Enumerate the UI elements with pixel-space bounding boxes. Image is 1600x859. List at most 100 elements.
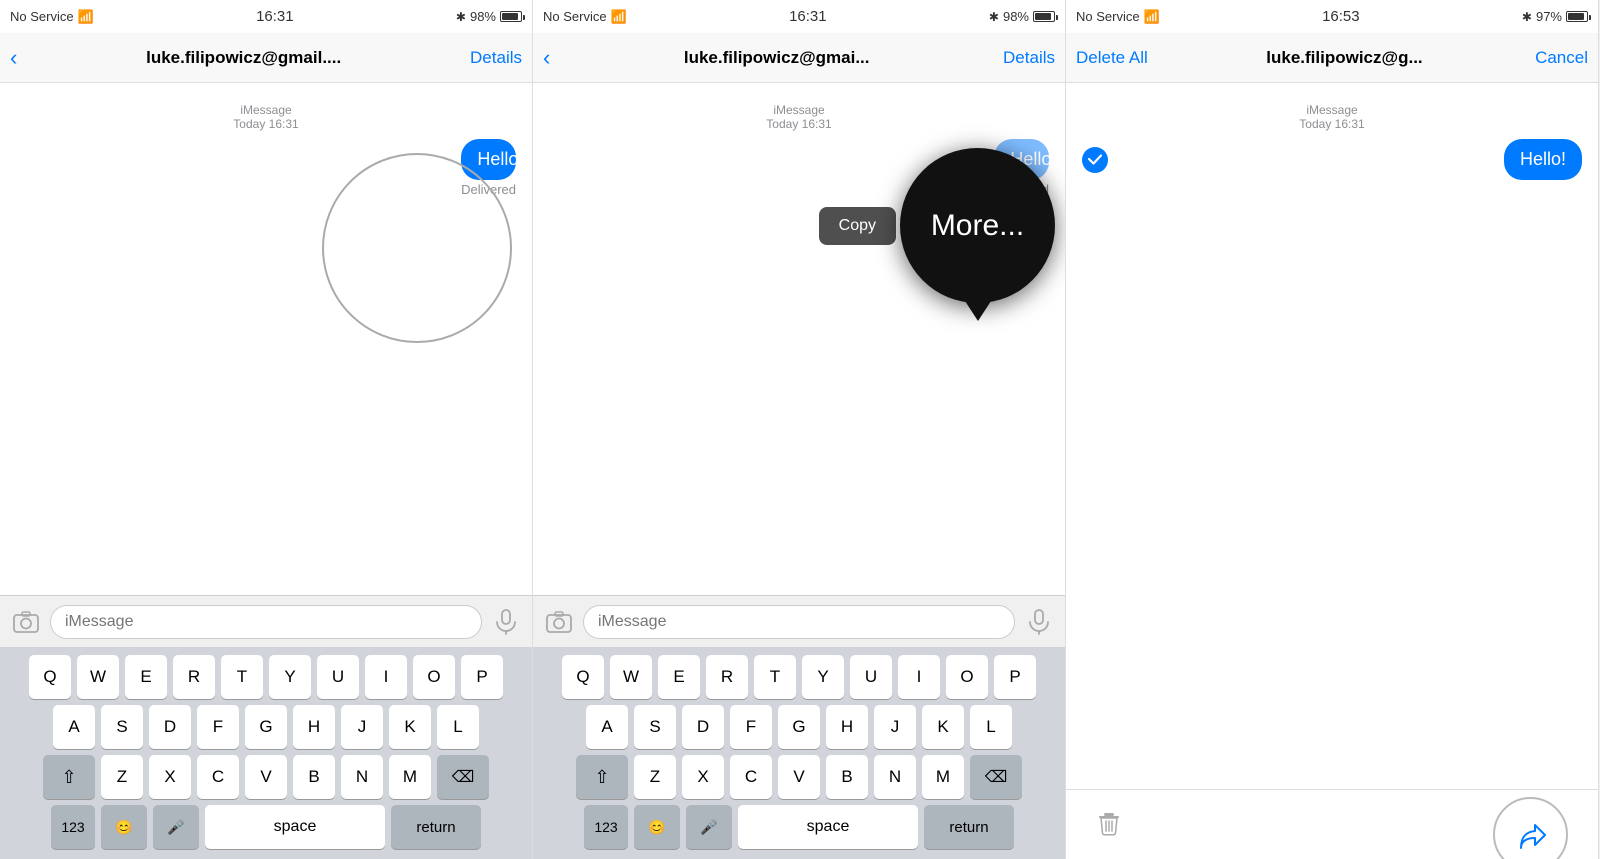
key-d-1[interactable]: D — [149, 705, 191, 749]
key-j-2[interactable]: J — [874, 705, 916, 749]
details-button-1[interactable]: Details — [470, 48, 522, 68]
key-w-1[interactable]: W — [77, 655, 119, 699]
key-i-1[interactable]: I — [365, 655, 407, 699]
more-button-container-2: More... — [900, 148, 1055, 303]
key-123-1[interactable]: 123 — [51, 805, 95, 849]
key-x-1[interactable]: X — [149, 755, 191, 799]
key-f-1[interactable]: F — [197, 705, 239, 749]
key-l-1[interactable]: L — [437, 705, 479, 749]
key-z-2[interactable]: Z — [634, 755, 676, 799]
bluetooth-icon-1: ✱ — [456, 10, 466, 24]
key-q-1[interactable]: Q — [29, 655, 71, 699]
message-input-1[interactable] — [50, 605, 482, 639]
camera-button-1[interactable] — [10, 606, 42, 638]
key-y-2[interactable]: Y — [802, 655, 844, 699]
key-g-2[interactable]: G — [778, 705, 820, 749]
key-r-1[interactable]: R — [173, 655, 215, 699]
key-emoji-2[interactable]: 😊 — [634, 805, 680, 849]
key-m-1[interactable]: M — [389, 755, 431, 799]
key-a-1[interactable]: A — [53, 705, 95, 749]
key-e-2[interactable]: E — [658, 655, 700, 699]
key-h-2[interactable]: H — [826, 705, 868, 749]
key-s-2[interactable]: S — [634, 705, 676, 749]
key-l-2[interactable]: L — [970, 705, 1012, 749]
camera-button-2[interactable] — [543, 606, 575, 638]
message-row-1: Hello! Delivered — [16, 139, 516, 197]
back-arrow-icon-2: ‹ — [543, 47, 550, 69]
key-e-1[interactable]: E — [125, 655, 167, 699]
key-h-1[interactable]: H — [293, 705, 335, 749]
more-button-2[interactable]: More... — [900, 148, 1055, 303]
key-return-1[interactable]: return — [391, 805, 481, 849]
key-b-2[interactable]: B — [826, 755, 868, 799]
message-input-2[interactable] — [583, 605, 1015, 639]
nav-title-3: luke.filipowicz@g... — [1154, 48, 1535, 68]
status-right-2: ✱ 98% — [989, 9, 1055, 24]
message-row-3[interactable]: Hello! — [1082, 139, 1582, 180]
key-space-2[interactable]: space — [738, 805, 918, 849]
key-n-2[interactable]: N — [874, 755, 916, 799]
key-y-1[interactable]: Y — [269, 655, 311, 699]
time-3: 16:53 — [1322, 8, 1360, 25]
key-j-1[interactable]: J — [341, 705, 383, 749]
key-k-2[interactable]: K — [922, 705, 964, 749]
key-v-2[interactable]: V — [778, 755, 820, 799]
bluetooth-icon-2: ✱ — [989, 10, 999, 24]
wifi-icon-3: 📶 — [1144, 9, 1160, 25]
keyboard-1: Q W E R T Y U I O P A S D F G H J K L ⇧ … — [0, 647, 532, 859]
keyboard-row-2-2: A S D F G H J K L — [537, 705, 1061, 749]
key-i-2[interactable]: I — [898, 655, 940, 699]
key-s-1[interactable]: S — [101, 705, 143, 749]
key-mic-2[interactable]: 🎤 — [686, 805, 732, 849]
copy-button-2[interactable]: Copy — [819, 207, 896, 245]
key-g-1[interactable]: G — [245, 705, 287, 749]
key-p-2[interactable]: P — [994, 655, 1036, 699]
key-o-2[interactable]: O — [946, 655, 988, 699]
key-123-2[interactable]: 123 — [584, 805, 628, 849]
key-x-2[interactable]: X — [682, 755, 724, 799]
key-f-2[interactable]: F — [730, 705, 772, 749]
back-button-1[interactable]: ‹ — [10, 47, 17, 69]
key-m-2[interactable]: M — [922, 755, 964, 799]
forward-button-3[interactable] — [1493, 797, 1568, 859]
key-backspace-1[interactable]: ⌫ — [437, 755, 489, 799]
nav-bar-3: Delete All luke.filipowicz@g... Cancel — [1066, 33, 1598, 83]
key-p-1[interactable]: P — [461, 655, 503, 699]
key-t-1[interactable]: T — [221, 655, 263, 699]
key-o-1[interactable]: O — [413, 655, 455, 699]
selection-checkmark-3[interactable] — [1082, 147, 1108, 173]
key-z-1[interactable]: Z — [101, 755, 143, 799]
keyboard-row-3-2: ⇧ Z X C V B N M ⌫ — [537, 755, 1061, 799]
key-u-2[interactable]: U — [850, 655, 892, 699]
key-a-2[interactable]: A — [586, 705, 628, 749]
mic-button-1[interactable] — [490, 606, 522, 638]
key-c-1[interactable]: C — [197, 755, 239, 799]
details-button-2[interactable]: Details — [1003, 48, 1055, 68]
key-q-2[interactable]: Q — [562, 655, 604, 699]
key-t-2[interactable]: T — [754, 655, 796, 699]
key-b-1[interactable]: B — [293, 755, 335, 799]
key-shift-1[interactable]: ⇧ — [43, 755, 95, 799]
bottom-toolbar-3 — [1066, 789, 1598, 859]
key-w-2[interactable]: W — [610, 655, 652, 699]
key-d-2[interactable]: D — [682, 705, 724, 749]
context-menu-2: Copy More... — [533, 138, 1065, 303]
key-emoji-1[interactable]: 😊 — [101, 805, 147, 849]
key-space-1[interactable]: space — [205, 805, 385, 849]
cancel-button-3[interactable]: Cancel — [1535, 48, 1588, 68]
key-mic-1[interactable]: 🎤 — [153, 805, 199, 849]
key-v-1[interactable]: V — [245, 755, 287, 799]
key-c-2[interactable]: C — [730, 755, 772, 799]
key-return-2[interactable]: return — [924, 805, 1014, 849]
key-n-1[interactable]: N — [341, 755, 383, 799]
key-shift-2[interactable]: ⇧ — [576, 755, 628, 799]
delete-all-button-3[interactable]: Delete All — [1076, 48, 1148, 68]
trash-button-3[interactable] — [1096, 806, 1122, 843]
key-r-2[interactable]: R — [706, 655, 748, 699]
key-k-1[interactable]: K — [389, 705, 431, 749]
mic-button-2[interactable] — [1023, 606, 1055, 638]
key-backspace-2[interactable]: ⌫ — [970, 755, 1022, 799]
back-button-2[interactable]: ‹ — [543, 47, 550, 69]
key-u-1[interactable]: U — [317, 655, 359, 699]
messages-area-2: iMessageToday 16:31 Hello! Delivered Cop… — [533, 83, 1065, 595]
